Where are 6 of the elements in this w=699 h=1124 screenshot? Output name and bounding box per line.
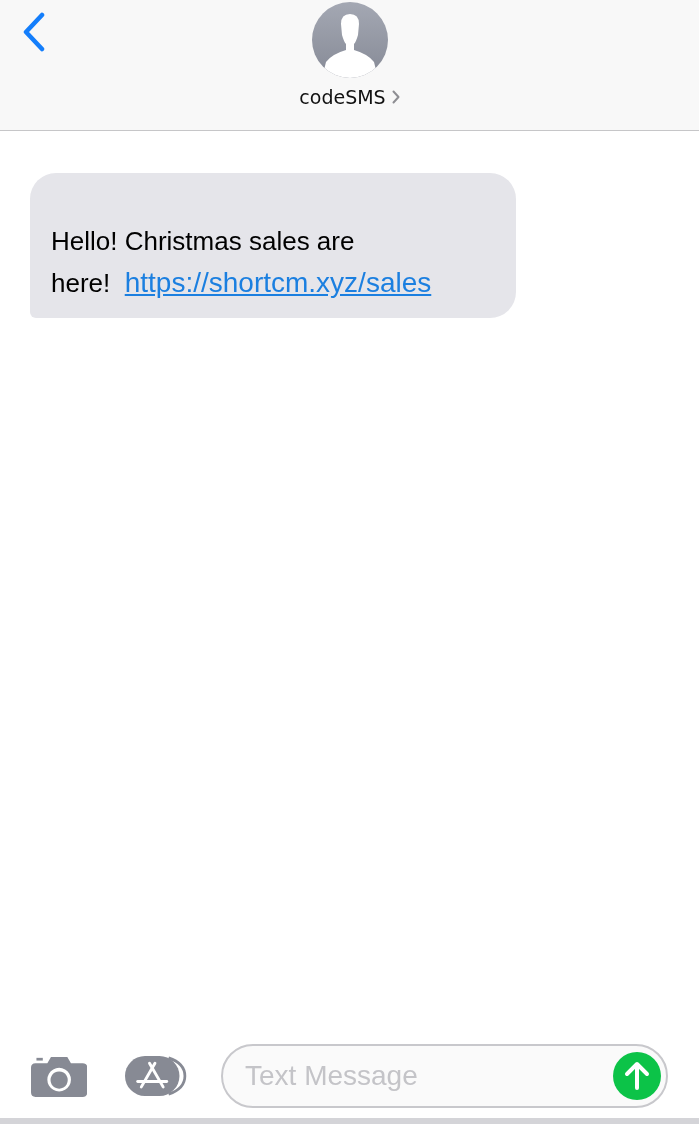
- contact-name[interactable]: codeSMS: [299, 86, 386, 108]
- back-icon[interactable]: [22, 12, 46, 52]
- message-text: Hello! Christmas sales are here! https://shortcm.xyz/sales: [51, 225, 433, 300]
- avatar-icon[interactable]: [311, 2, 388, 78]
- send-icon[interactable]: [613, 1052, 661, 1100]
- chevron-right-icon[interactable]: [391, 90, 400, 104]
